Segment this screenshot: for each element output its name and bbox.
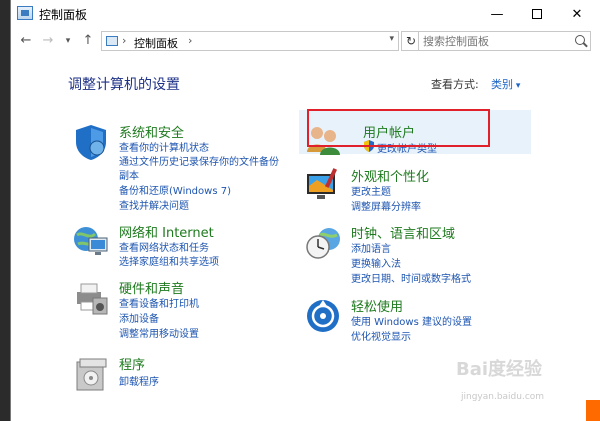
close-button[interactable]: ✕ [557,0,597,28]
link-file-history[interactable]: 通过文件历史记录保存你的文件备份 [119,153,279,168]
address-bar[interactable]: › 控制面板 › ▾ [101,31,399,51]
link-file-history-cont[interactable]: 副本 [119,167,139,182]
highlight-annotation [307,109,490,147]
link-change-input-method[interactable]: 更换输入法 [351,255,401,270]
link-change-theme[interactable]: 更改主题 [351,183,391,198]
corner-badge [586,400,600,421]
window-title: 控制面板 [39,8,88,22]
link-add-device[interactable]: 添加设备 [119,310,159,325]
breadcrumb-chevron-icon[interactable]: › [188,34,192,47]
forward-button[interactable]: → [39,32,57,50]
back-button[interactable]: ← [17,32,35,50]
link-network-status[interactable]: 查看网络状态和任务 [119,239,209,254]
baidu-watermark-url: jingyan.baidu.com [461,392,545,402]
link-screen-resolution[interactable]: 调整屏幕分辨率 [351,198,421,213]
category-network-internet: 网络和 Internet 查看网络状态和任务 选择家庭组和共享选项 [71,222,301,268]
link-backup-restore[interactable]: 备份和还原(Windows 7) [119,182,231,197]
recent-locations-button[interactable]: ▾ [59,32,77,50]
search-input[interactable] [423,34,563,48]
view-by-label: 查看方式: [431,78,479,91]
breadcrumb-control-panel[interactable]: 控制面板 [134,35,178,51]
search-icon[interactable] [575,35,585,45]
link-uninstall-program[interactable]: 卸载程序 [119,373,159,388]
category-clock-language-region: 时钟、语言和区域 添加语言 更换输入法 更改日期、时间或数字格式 [303,223,533,285]
navigation-toolbar: ← → ▾ ↑ › 控制面板 › ▾ ↻ [11,28,600,54]
title-bar: 控制面板 — ✕ [11,0,600,28]
control-panel-window: 控制面板 — ✕ ← → ▾ ↑ › 控制面板 › ▾ ↻ 调整计算机的设置 查… [10,0,600,421]
up-button[interactable]: ↑ [79,32,97,50]
category-programs: 程序 卸载程序 [71,354,301,399]
control-panel-icon [17,6,33,20]
link-optimize-visual-display[interactable]: 优化视觉显示 [351,328,411,343]
programs-box-icon [76,358,107,391]
shield-icon [76,125,106,160]
link-devices-printers[interactable]: 查看设备和打印机 [119,295,199,310]
link-add-language[interactable]: 添加语言 [351,240,391,255]
category-system-security: 系统和安全 查看你的计算机状态 通过文件历史记录保存你的文件备份 副本 备份和还… [71,122,301,212]
minimize-button[interactable]: — [477,0,517,28]
link-windows-suggested-settings[interactable]: 使用 Windows 建议的设置 [351,313,472,328]
page-title: 调整计算机的设置 [68,77,180,93]
maximize-icon [532,9,542,19]
address-dropdown-icon[interactable]: ▾ [389,34,394,44]
category-title[interactable]: 程序 [119,354,145,373]
category-appearance: 外观和个性化 更改主题 调整屏幕分辨率 [303,166,533,213]
maximize-button[interactable] [517,0,557,28]
main-content: 调整计算机的设置 查看方式: 类别 系统和安全 查看你的计算机状态 通过文件历史… [11,54,600,421]
link-troubleshoot[interactable]: 查找并解决问题 [119,197,189,212]
network-globe-icon [74,227,108,255]
link-date-time-format[interactable]: 更改日期、时间或数字格式 [351,270,471,285]
baidu-watermark: Bai度经验 [456,359,543,380]
link-view-status[interactable]: 查看你的计算机状态 [119,139,209,154]
ease-of-access-icon [307,300,339,332]
search-box[interactable] [418,31,591,51]
breadcrumb-separator-icon[interactable]: › [122,34,126,47]
category-hardware-sound: 硬件和声音 查看设备和打印机 添加设备 调整常用移动设置 [71,278,301,340]
clock-globe-icon [306,228,340,259]
control-panel-folder-icon [106,36,118,46]
category-ease-of-access: 轻松使用 使用 Windows 建议的设置 优化视觉显示 [303,296,533,343]
link-mobility-settings[interactable]: 调整常用移动设置 [119,325,199,340]
printer-icon [77,283,108,315]
monitor-paint-icon [307,168,338,199]
link-homegroup[interactable]: 选择家庭组和共享选项 [119,253,219,268]
view-by-dropdown[interactable]: 类别 [491,76,520,92]
